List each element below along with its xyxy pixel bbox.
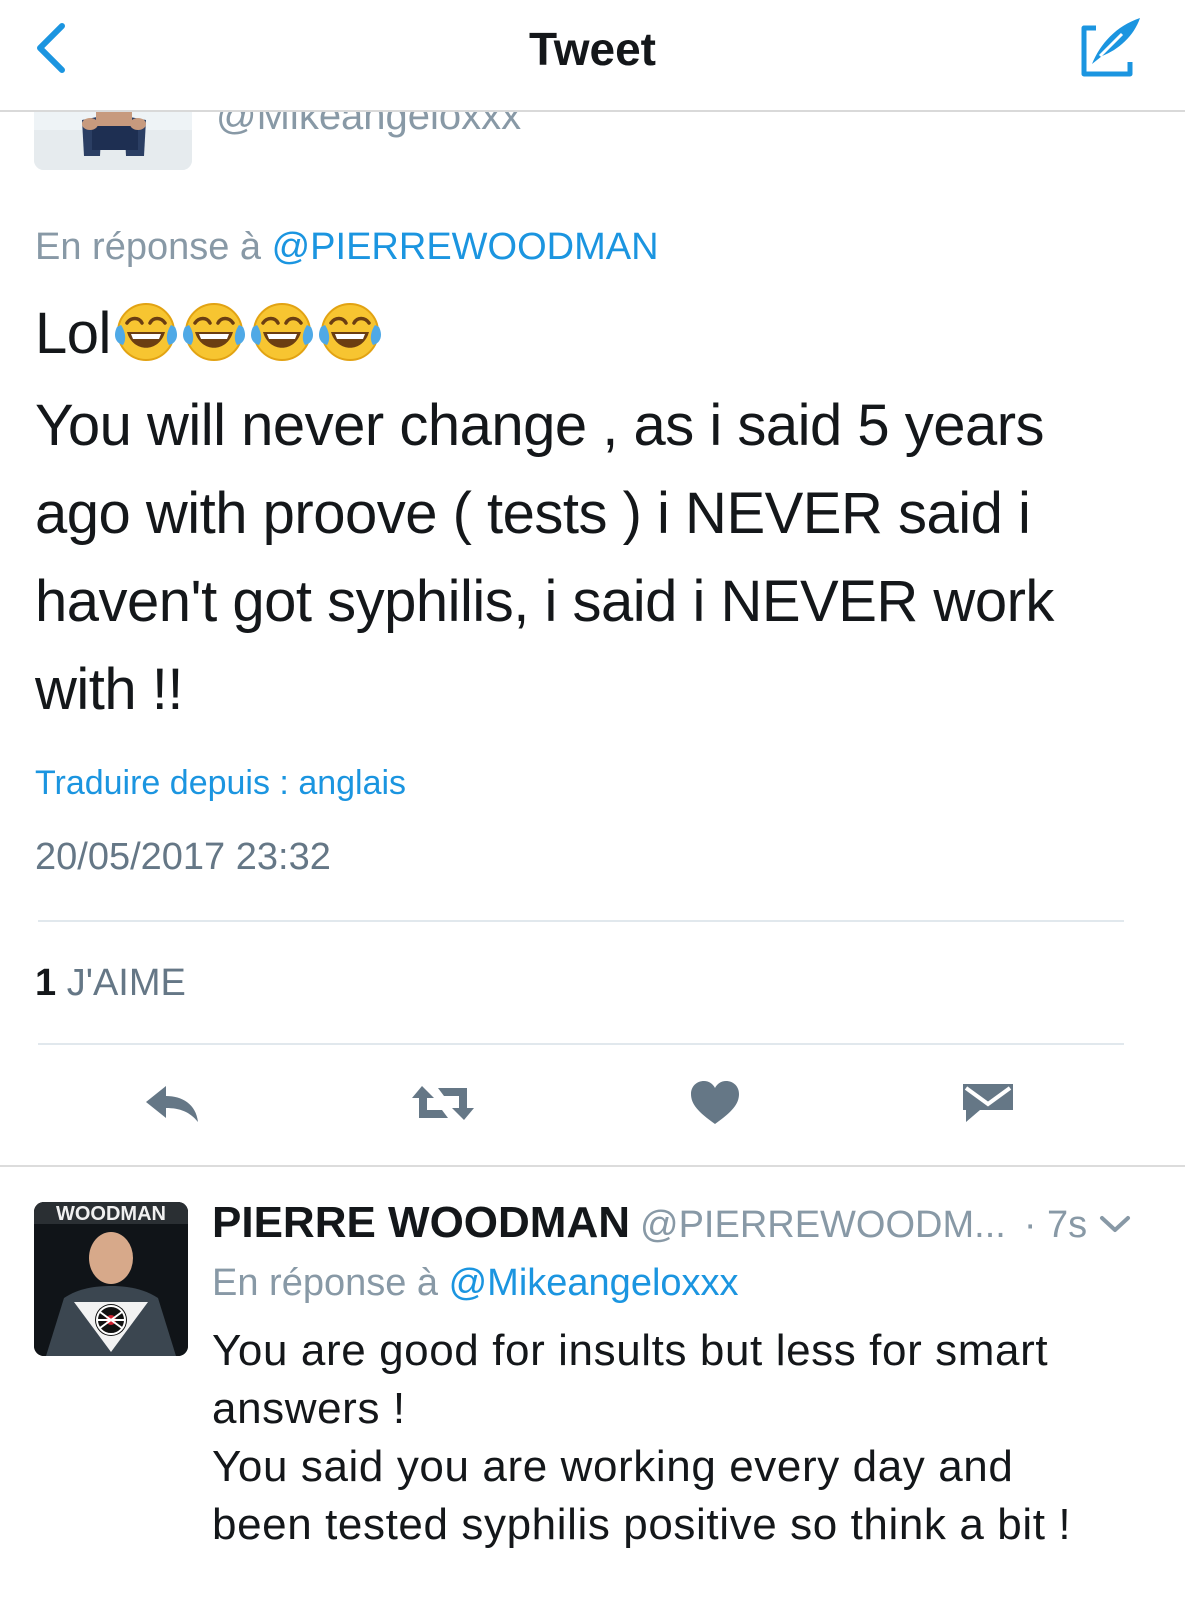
reply-mention-link[interactable]: @PIERREWOODMAN: [272, 226, 659, 268]
tweet-timestamp: 20/05/2017 23:32: [35, 836, 331, 878]
tweet-line: ago with proove ( tests ) i NEVER said i: [35, 480, 1031, 546]
reply-prefix: En réponse à: [35, 226, 272, 268]
direct-message-icon: [963, 1084, 1013, 1122]
direct-message-button[interactable]: [960, 1078, 1030, 1132]
likes-count[interactable]: 1 J'AIME: [35, 962, 186, 1005]
reply-button[interactable]: [142, 1078, 212, 1132]
chevron-down-icon: [1100, 1216, 1130, 1232]
face-with-tears-of-joy-emoji: [249, 300, 315, 362]
reply-line: answers !: [212, 1384, 406, 1433]
translate-link[interactable]: Traduire depuis : anglais: [35, 764, 406, 803]
navigation-bar: Tweet: [0, 0, 1185, 112]
tweet-line: You will never change , as i said 5 year…: [35, 392, 1045, 458]
tweet-text-lol: Lol: [35, 301, 111, 366]
tweet-line: with !!: [35, 656, 184, 722]
reply-author-avatar[interactable]: WOODMAN: [34, 1202, 188, 1356]
reply-header: PIERRE WOODMAN @PIERREWOODM... · 7s: [212, 1198, 1087, 1248]
reply-prefix: En réponse à: [212, 1262, 449, 1304]
likes-label: J'AIME: [66, 962, 186, 1004]
tweet-text: Lol You will never change , as i said 5 …: [35, 290, 1155, 734]
reply-time: · 7s: [1023, 1204, 1088, 1246]
page-title: Tweet: [529, 23, 656, 75]
reply-context: En réponse à @Mikeangeloxxx: [212, 1262, 739, 1305]
retweet-button[interactable]: [408, 1078, 478, 1132]
reply-line: You said you are working every day and: [212, 1442, 1014, 1491]
reply-line: You are good for insults but less for sm…: [212, 1326, 1049, 1375]
reply-icon: [146, 1086, 198, 1122]
reply-text: You are good for insults but less for sm…: [212, 1322, 1162, 1554]
reply-author-name[interactable]: PIERRE WOODMAN: [212, 1198, 630, 1247]
reply-author-handle[interactable]: @PIERREWOODM...: [640, 1204, 1006, 1246]
reply-line: been tested syphilis positive so think a…: [212, 1500, 1072, 1549]
face-with-tears-of-joy-emoji: [317, 300, 383, 362]
heart-icon: [691, 1081, 739, 1124]
tweet-separator: [0, 1165, 1185, 1167]
reply-context: En réponse à @PIERREWOODMAN: [35, 226, 659, 269]
avatar-logo-text: WOODMAN: [56, 1203, 166, 1225]
compose-icon: [1081, 18, 1140, 77]
compose-tweet-button[interactable]: [1078, 14, 1146, 80]
retweet-icon: [412, 1086, 474, 1120]
tweet-line: haven't got syphilis, i said i NEVER wor…: [35, 568, 1054, 634]
tweet-options-button[interactable]: [1098, 1210, 1132, 1238]
divider: [38, 1043, 1124, 1045]
face-with-tears-of-joy-emoji: [181, 300, 247, 362]
face-with-tears-of-joy-emoji: [113, 300, 179, 362]
tweet-line: Lol: [35, 290, 1155, 382]
emoji-row: [113, 294, 385, 382]
likes-number: 1: [35, 962, 57, 1004]
reply-mention-link[interactable]: @Mikeangeloxxx: [449, 1262, 739, 1304]
like-button[interactable]: [688, 1078, 758, 1132]
divider: [38, 920, 1124, 922]
